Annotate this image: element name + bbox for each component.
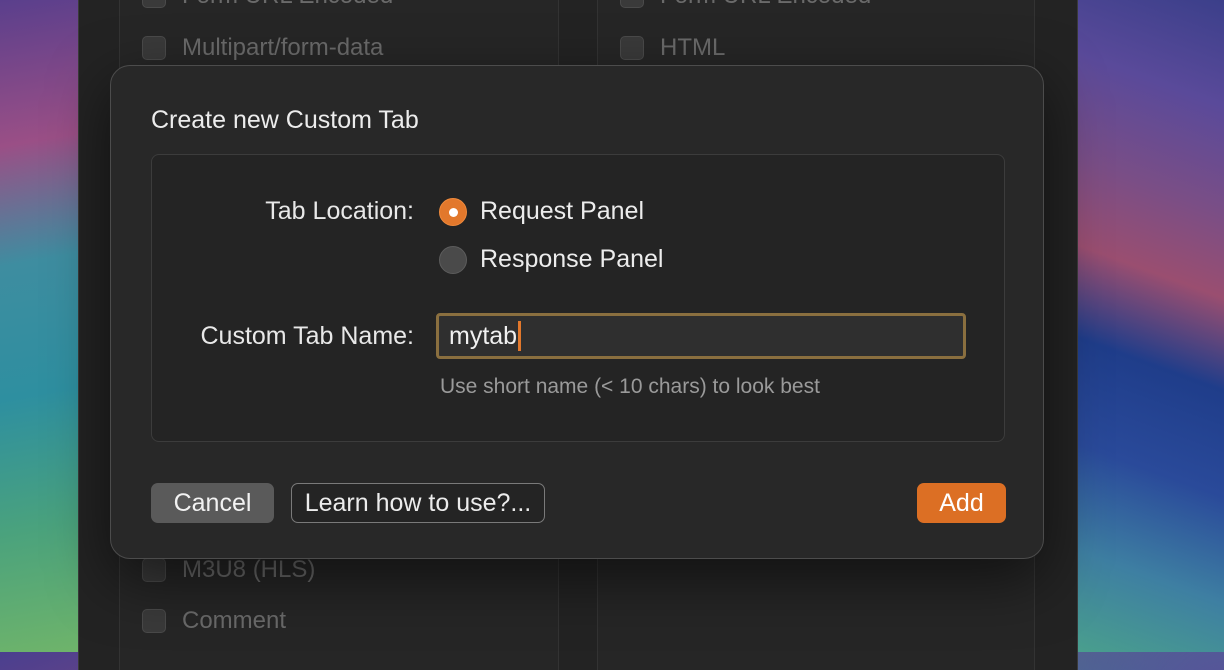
checkbox-label: Form URL Encoded [182, 0, 393, 10]
checkbox [620, 36, 644, 60]
tab-location-label: Tab Location: [265, 197, 414, 225]
checkbox [142, 558, 166, 582]
settings-group: Tab Location: Request Panel Response Pan… [151, 154, 1005, 442]
custom-tab-name-label: Custom Tab Name: [200, 322, 414, 350]
checkbox-label: Form URL Encoded [660, 0, 871, 10]
background-checkbox-row: Form URL Encoded [142, 0, 393, 10]
radio-label: Request Panel [480, 197, 645, 225]
add-button[interactable]: Add [917, 483, 1006, 523]
background-checkbox-row: Comment [142, 607, 286, 635]
radio-response-panel[interactable]: Response Panel [439, 245, 663, 274]
desktop-wallpaper-left [0, 0, 90, 652]
radio-request-panel[interactable]: Request Panel [439, 197, 644, 226]
checkbox [142, 609, 166, 633]
checkbox [620, 0, 644, 8]
checkbox [142, 0, 166, 8]
create-custom-tab-dialog: Create new Custom Tab Tab Location: Requ… [110, 65, 1044, 559]
background-checkbox-row: Multipart/form-data [142, 34, 383, 62]
background-checkbox-row: HTML [620, 34, 725, 62]
background-checkbox-row: M3U8 (HLS) [142, 556, 315, 584]
radio-label: Response Panel [480, 245, 664, 273]
desktop-wallpaper-right [1064, 0, 1224, 652]
custom-tab-name-hint: Use short name (< 10 chars) to look best [440, 375, 820, 398]
text-caret [518, 321, 522, 351]
custom-tab-name-input[interactable]: mytab [436, 313, 966, 359]
cancel-button[interactable]: Cancel [151, 483, 274, 523]
radio-selected-icon[interactable] [439, 197, 467, 226]
background-checkbox-row: Form URL Encoded [620, 0, 871, 10]
input-value: mytab [449, 322, 518, 350]
learn-how-to-use-button[interactable]: Learn how to use?... [291, 483, 545, 523]
checkbox-label: M3U8 (HLS) [182, 556, 316, 583]
checkbox-label: Multipart/form-data [182, 34, 384, 61]
checkbox [142, 36, 166, 60]
radio-unselected-icon[interactable] [439, 245, 467, 274]
checkbox-label: HTML [660, 34, 726, 61]
checkbox-label: Comment [182, 607, 287, 634]
dialog-title: Create new Custom Tab [151, 106, 419, 134]
